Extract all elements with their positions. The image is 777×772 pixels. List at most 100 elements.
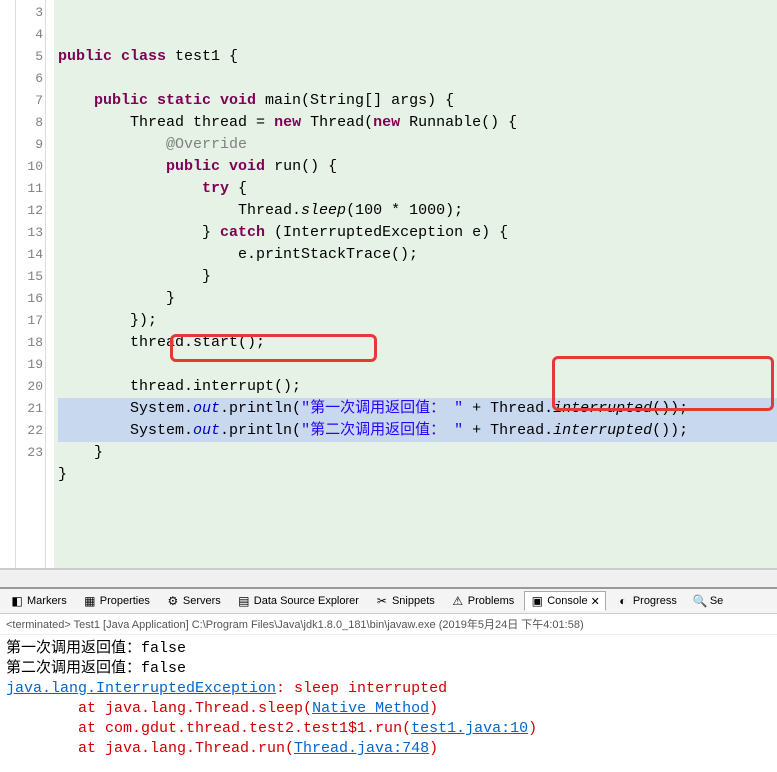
console-text: ) bbox=[429, 740, 438, 757]
line-number: 15 bbox=[16, 266, 45, 288]
line-number: 12 bbox=[16, 200, 45, 222]
editor-horizontal-scrollbar[interactable] bbox=[0, 569, 777, 587]
code-token: public void bbox=[166, 158, 274, 175]
code-token: try bbox=[202, 180, 238, 197]
code-line[interactable]: public void run() { bbox=[58, 156, 777, 178]
line-number: 20 bbox=[16, 376, 45, 398]
view-tab-problems[interactable]: ⚠Problems bbox=[445, 591, 520, 611]
code-token: }); bbox=[58, 312, 157, 329]
code-token: main(String[] args) { bbox=[265, 92, 454, 109]
line-number: 3 bbox=[16, 2, 45, 24]
console-text: 第二次调用返回值：false bbox=[6, 660, 186, 677]
code-editor[interactable]: 34567891011121314151617181920212223 publ… bbox=[0, 0, 777, 569]
marker-column bbox=[0, 0, 16, 568]
stacktrace-link[interactable]: Native Method bbox=[312, 700, 429, 717]
code-line[interactable]: thread.interrupt(); bbox=[58, 376, 777, 398]
code-token: thread.start(); bbox=[58, 334, 265, 351]
code-line[interactable]: } bbox=[58, 464, 777, 486]
console-line: 第二次调用返回值：false bbox=[6, 659, 771, 679]
console-process-label: <terminated> Test1 [Java Application] C:… bbox=[0, 614, 777, 635]
code-line[interactable] bbox=[58, 68, 777, 90]
line-number: 16 bbox=[16, 288, 45, 310]
code-token: Thread bbox=[58, 114, 193, 131]
code-area[interactable]: public class test1 { public static void … bbox=[54, 0, 777, 568]
tab-icon: ◐ bbox=[616, 594, 630, 608]
line-number: 9 bbox=[16, 134, 45, 156]
tab-label: Snippets bbox=[392, 595, 435, 607]
code-line[interactable]: } bbox=[58, 442, 777, 464]
code-token: public bbox=[58, 48, 121, 65]
view-tab-se[interactable]: 🔍Se bbox=[687, 591, 729, 611]
view-tab-snippets[interactable]: ✂Snippets bbox=[369, 591, 441, 611]
view-tab-servers[interactable]: ⚙Servers bbox=[160, 591, 227, 611]
console-text: ) bbox=[429, 700, 438, 717]
code-line[interactable]: } bbox=[58, 266, 777, 288]
code-token: + Thread. bbox=[463, 400, 553, 417]
code-token: e.printStackTrace(); bbox=[58, 246, 418, 263]
code-line[interactable] bbox=[58, 486, 777, 508]
code-token: } bbox=[58, 268, 211, 285]
code-token: out bbox=[193, 422, 220, 439]
code-token: (100 * 1000); bbox=[346, 202, 463, 219]
code-token: new bbox=[274, 114, 310, 131]
code-token bbox=[58, 136, 166, 153]
view-tab-properties[interactable]: ▦Properties bbox=[77, 591, 156, 611]
line-number: 7 bbox=[16, 90, 45, 112]
code-line[interactable]: public class test1 { bbox=[58, 46, 777, 68]
code-token: (InterruptedException e) { bbox=[274, 224, 508, 241]
code-line[interactable]: } catch (InterruptedException e) { bbox=[58, 222, 777, 244]
code-token bbox=[58, 158, 166, 175]
code-line[interactable] bbox=[58, 354, 777, 376]
line-number: 5 bbox=[16, 46, 45, 68]
tab-label: Progress bbox=[633, 595, 677, 607]
view-tab-data-source-explorer[interactable]: ▤Data Source Explorer bbox=[231, 591, 365, 611]
code-line[interactable]: System.out.println("第一次调用返回值： " + Thread… bbox=[58, 398, 777, 420]
code-line[interactable]: thread.start(); bbox=[58, 332, 777, 354]
code-line[interactable]: @Override bbox=[58, 134, 777, 156]
view-tab-console[interactable]: ▣Console ✕ bbox=[524, 591, 606, 611]
code-token: run() { bbox=[274, 158, 337, 175]
console-text: at com.gdut.thread.test2.test1$1.run( bbox=[6, 720, 411, 737]
console-line: java.lang.InterruptedException: sleep in… bbox=[6, 679, 771, 699]
console-output[interactable]: 第一次调用返回值：false 第二次调用返回值：false java.lang.In… bbox=[0, 635, 777, 772]
bottom-panel: ◧Markers▦Properties⚙Servers▤Data Source … bbox=[0, 587, 777, 772]
tab-icon: ▦ bbox=[83, 594, 97, 608]
console-text: ) bbox=[528, 720, 537, 737]
views-tabbar[interactable]: ◧Markers▦Properties⚙Servers▤Data Source … bbox=[0, 589, 777, 614]
line-number: 21 bbox=[16, 398, 45, 420]
tab-label: Problems bbox=[468, 595, 514, 607]
code-token: } bbox=[58, 444, 103, 461]
code-token: } bbox=[58, 224, 220, 241]
code-token: } bbox=[58, 466, 67, 483]
view-tab-markers[interactable]: ◧Markers bbox=[4, 591, 73, 611]
code-token: @Override bbox=[166, 136, 247, 153]
tab-label: Servers bbox=[183, 595, 221, 607]
code-token: System. bbox=[58, 400, 193, 417]
code-token: thread bbox=[193, 114, 247, 131]
code-token: class bbox=[121, 48, 175, 65]
code-token: interrupted bbox=[553, 422, 652, 439]
code-line[interactable]: }); bbox=[58, 310, 777, 332]
line-number: 17 bbox=[16, 310, 45, 332]
code-token: out bbox=[193, 400, 220, 417]
stacktrace-link[interactable]: Thread.java:748 bbox=[294, 740, 429, 757]
console-text: 第一次调用返回值：false bbox=[6, 640, 186, 657]
line-number-gutter: 34567891011121314151617181920212223 bbox=[16, 0, 46, 568]
tab-icon: ▣ bbox=[530, 594, 544, 608]
code-line[interactable]: } bbox=[58, 288, 777, 310]
code-line[interactable]: Thread thread = new Thread(new Runnable(… bbox=[58, 112, 777, 134]
line-number: 23 bbox=[16, 442, 45, 464]
tab-label: Properties bbox=[100, 595, 150, 607]
code-token: = bbox=[247, 114, 274, 131]
stacktrace-link[interactable]: test1.java:10 bbox=[411, 720, 528, 737]
line-number: 13 bbox=[16, 222, 45, 244]
code-line[interactable]: Thread.sleep(100 * 1000); bbox=[58, 200, 777, 222]
view-tab-progress[interactable]: ◐Progress bbox=[610, 591, 683, 611]
code-line[interactable]: try { bbox=[58, 178, 777, 200]
code-line[interactable]: public static void main(String[] args) { bbox=[58, 90, 777, 112]
close-icon[interactable]: ✕ bbox=[591, 595, 600, 608]
code-line[interactable]: System.out.println("第二次调用返回值： " + Thread… bbox=[58, 420, 777, 442]
stacktrace-link[interactable]: java.lang.InterruptedException bbox=[6, 680, 276, 697]
code-line[interactable]: e.printStackTrace(); bbox=[58, 244, 777, 266]
console-text: : sleep interrupted bbox=[276, 680, 447, 697]
